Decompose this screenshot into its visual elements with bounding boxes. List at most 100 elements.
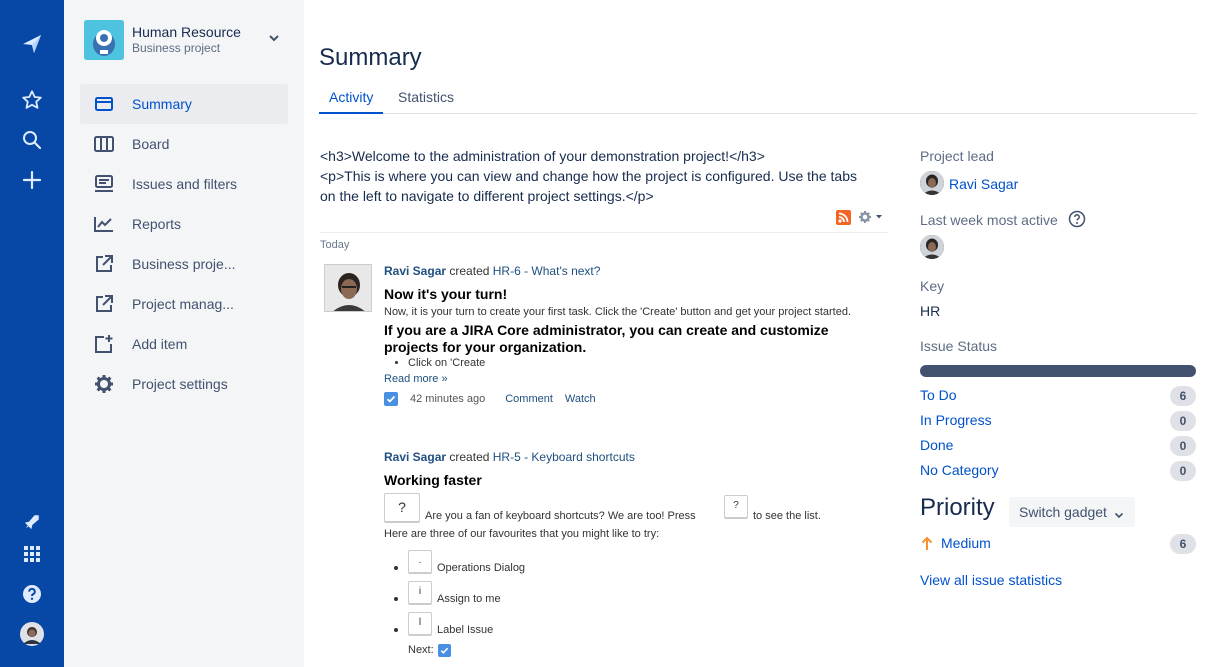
issue-link[interactable]: HR-5 - Keyboard shortcuts xyxy=(493,450,635,464)
user-avatar[interactable] xyxy=(324,264,372,312)
status-label[interactable]: To Do xyxy=(920,387,957,403)
status-count: 6 xyxy=(1170,386,1196,406)
issue-status-label: Issue Status xyxy=(920,338,998,354)
rocket-icon[interactable] xyxy=(16,506,48,538)
key-label: Key xyxy=(920,278,945,294)
sidebar-item-summary[interactable]: Summary xyxy=(80,84,288,124)
avatar[interactable] xyxy=(920,171,944,195)
comment-link[interactable]: Comment xyxy=(505,393,553,405)
reports-icon xyxy=(94,214,114,234)
priority-label[interactable]: Medium xyxy=(941,535,991,551)
sidebar-item-label: Reports xyxy=(132,216,182,232)
project-header[interactable]: Human Resource Business project xyxy=(84,20,284,60)
read-more-link[interactable]: Read more » xyxy=(384,373,884,385)
shortcut-label: Assign to me xyxy=(437,593,501,605)
project-name: Human Resource xyxy=(132,24,241,40)
project-description: <h3>Welcome to the administration of you… xyxy=(320,146,888,206)
status-count: 0 xyxy=(1170,461,1196,481)
user-avatar[interactable] xyxy=(16,618,48,650)
jira-logo-icon[interactable] xyxy=(16,28,48,60)
sidebar-item-label: Business proje... xyxy=(132,256,236,272)
user-link[interactable]: Ravi Sagar xyxy=(384,450,446,464)
rss-feed-icon[interactable] xyxy=(836,210,851,230)
status-row[interactable]: In Progress 0 xyxy=(920,411,1196,431)
sidebar-item-project-settings[interactable]: Project settings xyxy=(80,364,288,404)
help-icon[interactable] xyxy=(16,578,48,610)
project-sidebar: Human Resource Business project Summary … xyxy=(64,0,304,667)
most-active-label: Last week most active xyxy=(920,212,1058,228)
shortcut-line: ? Are you a fan of keyboard shortcuts? W… xyxy=(384,493,884,523)
project-lead-link[interactable]: Ravi Sagar xyxy=(949,176,1018,192)
priority-row[interactable]: Medium 6 xyxy=(920,534,1196,554)
bullet xyxy=(394,628,398,632)
chevron-down-icon[interactable] xyxy=(266,30,282,46)
tab-statistics[interactable]: Statistics xyxy=(388,89,464,114)
gadget-settings-icon[interactable] xyxy=(858,210,884,229)
sidebar-item-project-management[interactable]: Project manag... xyxy=(80,284,288,324)
entry-subheading: If you are a JIRA Core administrator, yo… xyxy=(384,322,829,355)
watch-link[interactable]: Watch xyxy=(565,393,596,405)
sidebar-item-business-project[interactable]: Business proje... xyxy=(80,244,288,284)
status-label[interactable]: No Category xyxy=(920,462,999,478)
create-plus-icon[interactable] xyxy=(16,164,48,196)
status-label[interactable]: In Progress xyxy=(920,412,992,428)
sidebar-item-add-item[interactable]: Add item xyxy=(80,324,288,364)
tab-activity[interactable]: Activity xyxy=(319,89,384,114)
sidebar-item-label: Board xyxy=(132,136,170,152)
priority-count: 6 xyxy=(1170,534,1196,554)
entry-text: Here are three of our favourites that yo… xyxy=(384,528,660,540)
entry-header: Ravi Sagar created HR-5 - Keyboard short… xyxy=(384,450,884,464)
avatar[interactable] xyxy=(920,235,944,259)
tab-bar: Activity Statistics xyxy=(319,86,1197,114)
sidebar-item-reports[interactable]: Reports xyxy=(80,204,288,244)
status-row[interactable]: Done 0 xyxy=(920,436,1196,456)
entry-heading: Working faster xyxy=(384,472,482,488)
entry-text: Are you a fan of keyboard shortcuts? We … xyxy=(425,510,696,522)
entry-verb: created xyxy=(449,450,490,464)
bullet xyxy=(394,566,398,570)
user-link[interactable]: Ravi Sagar xyxy=(384,264,446,278)
entry-heading: Now it's your turn! xyxy=(384,286,508,302)
help-icon[interactable] xyxy=(1068,210,1086,233)
favourites-list: . Operations Dialog i Assign to me l Lab… xyxy=(384,550,884,643)
project-nav: Summary Board Issues and filters Reports… xyxy=(80,84,288,404)
task-type-icon xyxy=(437,643,451,657)
description-line: <h3>Welcome to the administration of you… xyxy=(320,148,765,164)
status-count: 0 xyxy=(1170,436,1196,456)
sidebar-item-label: Project settings xyxy=(132,376,228,392)
sidebar-item-board[interactable]: Board xyxy=(80,124,288,164)
switch-gadget-label: Switch gadget xyxy=(1019,504,1107,520)
entry-meta: 42 minutes ago Comment Watch xyxy=(384,391,884,407)
switch-gadget-button[interactable]: Switch gadget xyxy=(1009,497,1135,527)
list-item: i Assign to me xyxy=(384,581,884,612)
status-progress-bar[interactable] xyxy=(920,365,1196,377)
add-item-icon xyxy=(94,334,114,354)
issue-link[interactable]: HR-6 - What's next? xyxy=(493,264,601,278)
bullet xyxy=(394,597,398,601)
timestamp: 42 minutes ago xyxy=(410,393,486,405)
search-icon[interactable] xyxy=(16,124,48,156)
arrow-up-icon xyxy=(921,536,933,556)
view-all-statistics-link[interactable]: View all issue statistics xyxy=(920,572,1062,588)
sidebar-item-label: Summary xyxy=(132,96,192,112)
shortcut-label: Label Issue xyxy=(437,624,494,636)
list-item: l Label Issue xyxy=(384,612,884,643)
external-link-icon xyxy=(94,294,114,314)
gadget-toolbar xyxy=(836,210,888,226)
keyboard-key: . xyxy=(408,550,432,574)
status-row[interactable]: No Category 0 xyxy=(920,461,1196,481)
status-label[interactable]: Done xyxy=(920,437,953,453)
star-icon[interactable] xyxy=(16,84,48,116)
description-line: on the left to navigate to different pro… xyxy=(320,188,654,204)
sidebar-item-label: Add item xyxy=(132,336,188,352)
status-count: 0 xyxy=(1170,411,1196,431)
keyboard-key: ? xyxy=(384,493,420,523)
list-item: . Operations Dialog xyxy=(384,550,884,581)
project-key: HR xyxy=(920,303,941,319)
activity-stream-gadget: <h3>Welcome to the administration of you… xyxy=(320,146,888,657)
app-switcher-icon[interactable] xyxy=(16,538,48,570)
status-row[interactable]: To Do 6 xyxy=(920,386,1196,406)
external-link-icon xyxy=(94,254,114,274)
sidebar-item-issues-and-filters[interactable]: Issues and filters xyxy=(80,164,288,204)
priority-title: Priority xyxy=(920,494,995,521)
